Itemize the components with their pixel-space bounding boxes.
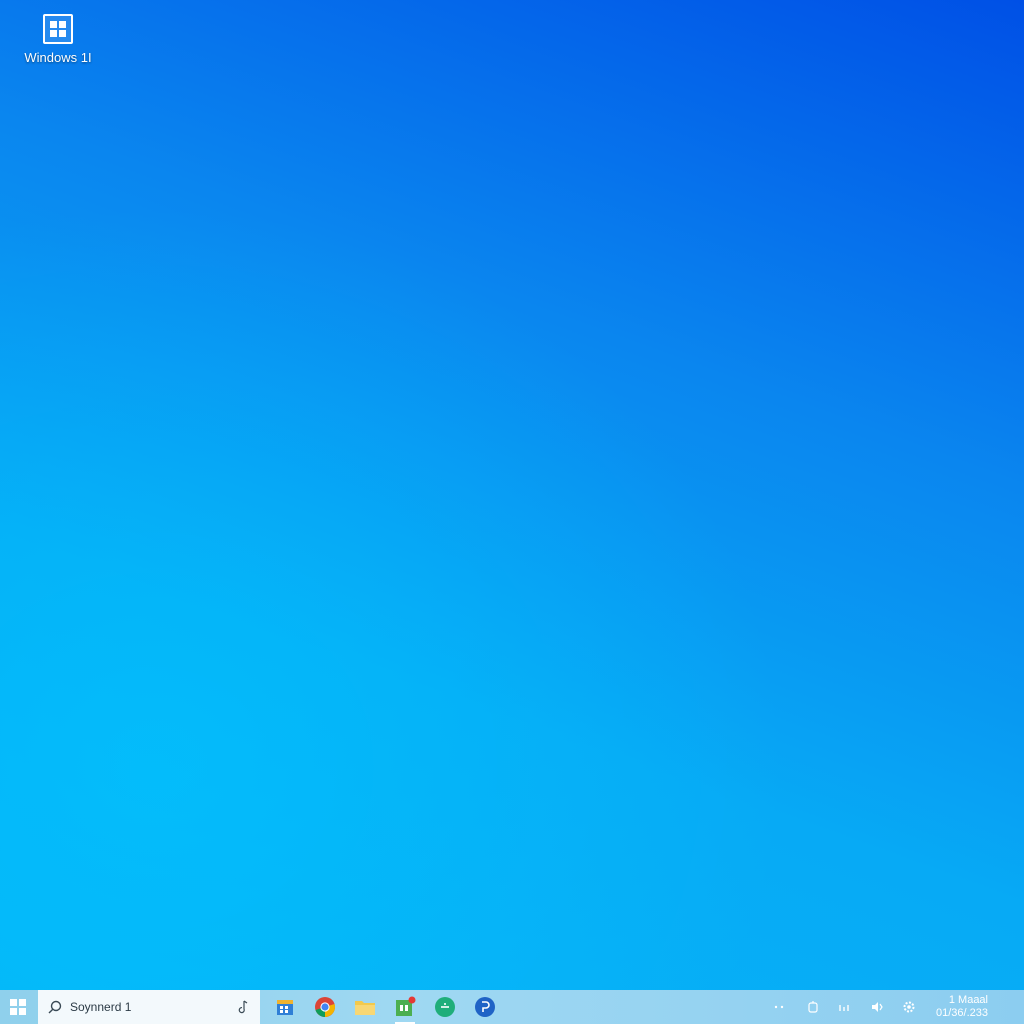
taskbar-search-box[interactable]: Soynnerd 1 bbox=[38, 990, 260, 1024]
blue-circle-app-icon bbox=[475, 997, 495, 1017]
folder-icon bbox=[355, 1001, 375, 1015]
tray-network-icon[interactable] bbox=[836, 998, 854, 1016]
circle-app-icon bbox=[435, 997, 455, 1017]
bell-icon bbox=[808, 1001, 818, 1013]
taskbar-app-blue[interactable] bbox=[472, 994, 498, 1020]
taskbar-app-green[interactable] bbox=[432, 994, 458, 1020]
network-icon bbox=[839, 1005, 849, 1011]
speaker-icon bbox=[872, 1002, 883, 1012]
windows-logo-icon bbox=[43, 14, 73, 44]
tray-settings-icon[interactable] bbox=[900, 998, 918, 1016]
search-text: Soynnerd 1 bbox=[70, 1000, 132, 1014]
tray-volume-icon[interactable] bbox=[868, 998, 886, 1016]
pinned-apps bbox=[272, 994, 498, 1024]
taskbar-app-store[interactable] bbox=[392, 994, 418, 1024]
microphone-icon[interactable] bbox=[236, 1000, 250, 1014]
store-icon bbox=[396, 996, 416, 1016]
clock-line-2: 01/36/.233 bbox=[936, 1007, 988, 1019]
tray-notification-icon[interactable] bbox=[804, 998, 822, 1016]
dots-icon bbox=[774, 1005, 784, 1009]
gear-icon bbox=[903, 1001, 915, 1013]
taskbar-app-file-explorer[interactable] bbox=[352, 994, 378, 1020]
tray-overflow-icon[interactable] bbox=[772, 998, 790, 1016]
taskbar-app-chrome[interactable] bbox=[312, 994, 338, 1020]
chrome-icon bbox=[315, 997, 335, 1017]
system-tray: 1 Maaal 01/36/.233 bbox=[772, 990, 1024, 1024]
desktop-icon-windows[interactable]: Windows 1I bbox=[20, 14, 96, 65]
clock-line-1: 1 Maaal bbox=[948, 994, 988, 1006]
taskbar: Soynnerd 1 1 Maaal 01/36/.233 bbox=[0, 990, 1024, 1024]
desktop-icon-label: Windows 1I bbox=[24, 50, 92, 65]
taskbar-app-calendar[interactable] bbox=[272, 994, 298, 1020]
search-icon bbox=[48, 1000, 62, 1014]
calendar-icon bbox=[277, 1000, 293, 1015]
taskbar-clock[interactable]: 1 Maaal 01/36/.233 bbox=[936, 994, 988, 1020]
windows-start-icon bbox=[10, 999, 26, 1015]
start-button[interactable] bbox=[0, 990, 36, 1024]
desktop: Windows 1I Soynnerd 1 1 Maaal 01/36/.233 bbox=[0, 0, 1024, 1024]
